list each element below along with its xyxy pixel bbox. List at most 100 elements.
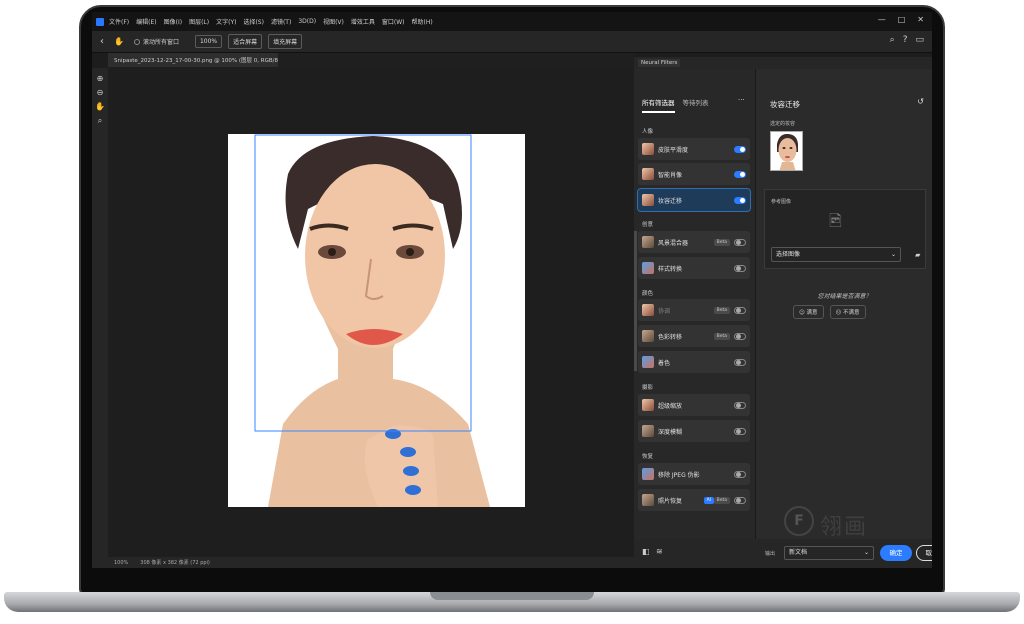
checkbox-circle bbox=[133, 38, 140, 45]
filter-toggle-off[interactable] bbox=[734, 238, 746, 246]
menu-bar: 文件(F) 编辑(E) 图像(I) 图层(L) 文字(Y) 选择(S) 滤镜(T… bbox=[92, 12, 932, 31]
filter-label: 色彩转移 bbox=[658, 333, 683, 341]
filter-makeup-transfer[interactable]: 妆容迁移 bbox=[637, 188, 751, 212]
filter-toggle-on[interactable] bbox=[734, 145, 746, 153]
menu-filter[interactable]: 滤镜(T) bbox=[271, 17, 291, 26]
filter-super-zoom[interactable]: 超级缩放 bbox=[638, 394, 750, 416]
filter-thumbnail bbox=[642, 262, 654, 274]
beta-badge: Beta bbox=[713, 496, 730, 504]
help-icon[interactable]: ? bbox=[903, 35, 908, 45]
tab-all-filters[interactable]: 所有筛选器 bbox=[642, 97, 675, 113]
filter-toggle-off[interactable] bbox=[734, 306, 746, 314]
filter-skin-smoothing[interactable]: 皮肤平滑度 bbox=[638, 138, 750, 160]
tab-wait-list[interactable]: 等待列表 bbox=[683, 97, 709, 113]
zoom-out-icon[interactable]: ⊖ bbox=[97, 88, 104, 97]
menu-file[interactable]: 文件(F) bbox=[109, 17, 129, 26]
hand-icon[interactable]: ✋ bbox=[114, 37, 124, 46]
more-options-icon[interactable]: ··· bbox=[738, 96, 745, 104]
filter-landscape-mixer[interactable]: 风景混合器 Beta bbox=[638, 231, 750, 253]
menu-image[interactable]: 图像(I) bbox=[164, 17, 182, 26]
workspace-icon[interactable]: ▭ bbox=[915, 35, 924, 45]
filter-toggle-off[interactable] bbox=[734, 496, 746, 504]
filter-style-transfer[interactable]: 样式转换 bbox=[638, 257, 750, 279]
hand-tool-icon[interactable]: ✋ bbox=[95, 102, 105, 111]
photoshop-window: 文件(F) 编辑(E) 图像(I) 图层(L) 文字(Y) 选择(S) 滤镜(T… bbox=[92, 12, 932, 568]
cancel-button[interactable]: 取消 bbox=[916, 545, 932, 561]
category-portrait: 人像 bbox=[642, 129, 654, 135]
filter-thumbnail bbox=[642, 399, 654, 411]
filter-thumbnail bbox=[642, 468, 654, 480]
filter-label: 深度模糊 bbox=[658, 428, 683, 436]
filter-depth-blur[interactable]: 深度模糊 bbox=[638, 420, 750, 442]
canvas-area[interactable] bbox=[108, 67, 634, 557]
menu-type[interactable]: 文字(Y) bbox=[216, 17, 236, 26]
filter-thumbnail bbox=[642, 304, 654, 316]
filter-colorize[interactable]: 着色 bbox=[638, 351, 750, 373]
layers-icon[interactable]: ≋ bbox=[656, 547, 663, 556]
menu-3d[interactable]: 3D(D) bbox=[298, 18, 316, 25]
menu-edit[interactable]: 编辑(E) bbox=[136, 17, 156, 26]
menu-plugins[interactable]: 增效工具 bbox=[351, 17, 375, 26]
filter-toggle-on[interactable] bbox=[734, 170, 746, 178]
satisfaction-buttons: ☺ 满意 ☹ 不满意 bbox=[793, 305, 866, 319]
fit-screen-button[interactable]: 适合屏幕 bbox=[228, 34, 263, 49]
menu-layer[interactable]: 图层(L) bbox=[189, 17, 209, 26]
output-value: 新文档 bbox=[789, 549, 808, 556]
menu-select[interactable]: 选择(S) bbox=[243, 17, 264, 26]
satisfaction-question: 您对结果是否满意？ bbox=[817, 293, 872, 300]
folder-icon[interactable]: ▰ bbox=[915, 251, 920, 259]
magnifier-icon[interactable]: ⌕ bbox=[98, 116, 102, 126]
filter-list-scrollbar[interactable] bbox=[634, 231, 637, 371]
menu-view[interactable]: 视图(V) bbox=[323, 17, 344, 26]
filter-toggle-on[interactable] bbox=[734, 196, 746, 204]
maximize-button[interactable]: □ bbox=[898, 15, 906, 24]
filter-toggle-off[interactable] bbox=[734, 358, 746, 366]
filter-toggle-off[interactable] bbox=[734, 332, 746, 340]
filter-thumbnail bbox=[642, 236, 654, 248]
chevron-down-icon: ⌄ bbox=[890, 251, 896, 258]
category-restoration: 恢复 bbox=[642, 454, 654, 460]
document-tab[interactable]: Snipaste_2023-12-23_17-00-30.png @ 100% … bbox=[108, 53, 278, 67]
not-satisfied-button[interactable]: ☹ 不满意 bbox=[829, 305, 866, 319]
filter-toggle-off[interactable] bbox=[734, 401, 746, 409]
preview-toggle-icon[interactable]: ◧ bbox=[642, 547, 650, 556]
filter-photo-restoration[interactable]: 照片恢复 AI Beta bbox=[638, 489, 750, 511]
reset-icon[interactable]: ↺ bbox=[917, 97, 924, 106]
back-icon[interactable]: ‹ bbox=[100, 36, 104, 47]
filter-smart-portrait[interactable]: 智能肖像 bbox=[638, 163, 750, 185]
filter-label: 皮肤平滑度 bbox=[658, 146, 689, 154]
ai-badge: AI bbox=[703, 496, 714, 504]
options-bar: ‹ ✋ 滚动所有窗口 100% 适合屏幕 填充屏幕 ⌕ ? ▭ bbox=[92, 31, 932, 53]
satisfied-button[interactable]: ☺ 满意 bbox=[793, 305, 824, 319]
filter-color-transfer[interactable]: 色彩转移 Beta bbox=[638, 325, 750, 347]
filter-toggle-off[interactable] bbox=[734, 470, 746, 478]
filter-toggle-off[interactable] bbox=[734, 264, 746, 272]
filter-thumbnail bbox=[642, 425, 654, 437]
fill-screen-button[interactable]: 填充屏幕 bbox=[268, 34, 303, 49]
menu-help[interactable]: 帮助(H) bbox=[412, 17, 433, 26]
filter-harmonization[interactable]: 协调 Beta bbox=[638, 299, 750, 321]
filter-thumbnail bbox=[642, 194, 654, 206]
minimize-button[interactable]: — bbox=[878, 15, 886, 24]
selected-makeup-thumbnail[interactable] bbox=[770, 131, 803, 171]
filter-settings-panel: 妆容迁移 ↺ 选定的妆容 参考图像 🖻 选择图像 ⌄ ▰ 您对结果是否满意？ ☺… bbox=[755, 69, 932, 540]
filter-remove-jpeg-artifacts[interactable]: 移除 JPEG 伪影 bbox=[638, 463, 750, 485]
ok-button[interactable]: 确定 bbox=[880, 545, 912, 561]
menu-window[interactable]: 窗口(W) bbox=[382, 17, 405, 26]
reference-image-label: 参考图像 bbox=[771, 199, 792, 205]
status-size: 308 像素 x 382 像素 (72 ppi) bbox=[140, 560, 210, 566]
scroll-all-windows-checkbox[interactable]: 滚动所有窗口 bbox=[133, 37, 179, 46]
filter-thumbnail bbox=[642, 143, 654, 155]
zoom-in-icon[interactable]: ⊕ bbox=[97, 74, 104, 83]
filter-toggle-off[interactable] bbox=[734, 427, 746, 435]
neural-filters-tab[interactable]: Neural Filters bbox=[638, 59, 681, 67]
select-image-dropdown[interactable]: 选择图像 ⌄ bbox=[771, 247, 901, 262]
beta-badge: Beta bbox=[713, 332, 730, 340]
bottom-bezel bbox=[92, 568, 932, 590]
output-dropdown[interactable]: 新文档 ⌄ bbox=[784, 546, 874, 560]
search-icon[interactable]: ⌕ bbox=[890, 35, 895, 45]
zoom-100-button[interactable]: 100% bbox=[194, 35, 223, 48]
filter-label: 着色 bbox=[658, 359, 671, 367]
category-color: 颜色 bbox=[642, 291, 654, 297]
close-button[interactable]: ✕ bbox=[917, 15, 924, 24]
